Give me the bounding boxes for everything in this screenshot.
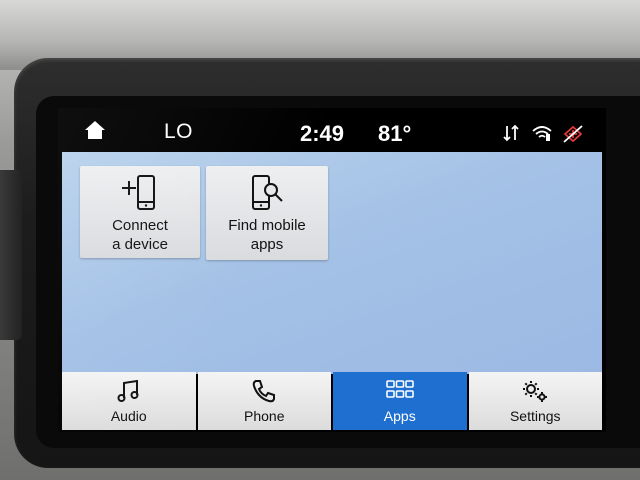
- find-apps-label: Find mobile apps: [228, 217, 306, 253]
- music-note-icon: [116, 378, 142, 409]
- connect-device-tile[interactable]: Connect a device: [80, 166, 200, 258]
- side-panel: [0, 170, 22, 340]
- nav-apps[interactable]: Apps: [333, 372, 467, 430]
- phone-handset-icon: [251, 378, 277, 409]
- outside-temperature: 81°: [378, 121, 412, 146]
- nav-settings-label: Settings: [509, 408, 561, 424]
- nav-phone-label: Phone: [244, 408, 285, 424]
- apps-grid-icon: [385, 378, 414, 409]
- connectivity-off-icon: [562, 124, 584, 149]
- nav-audio-label: Audio: [110, 408, 147, 424]
- home-icon[interactable]: [84, 120, 106, 140]
- bottom-nav: Audio Phone Apps Settings: [62, 372, 602, 430]
- climate-setting[interactable]: LO: [164, 120, 193, 144]
- find-apps-tile[interactable]: Find mobile apps: [206, 166, 328, 260]
- wifi-icon: [531, 124, 553, 147]
- status-bar: LO 2:49 81°: [58, 108, 606, 152]
- connect-device-label: Connect a device: [112, 217, 168, 253]
- phone-search-icon: [247, 174, 287, 217]
- gears-icon: [521, 378, 549, 409]
- nav-apps-label: Apps: [383, 408, 416, 424]
- clock: 2:49: [300, 121, 345, 146]
- nav-phone[interactable]: Phone: [197, 372, 331, 430]
- apps-desktop: Connect a device Find mobile apps: [62, 152, 602, 374]
- infotainment-screen: LO 2:49 81° Connect a device Find mobile…: [58, 108, 606, 432]
- phone-add-icon: [120, 174, 160, 217]
- nav-settings[interactable]: Settings: [468, 372, 602, 430]
- nav-audio[interactable]: Audio: [62, 372, 196, 430]
- data-transfer-icon: [502, 124, 520, 147]
